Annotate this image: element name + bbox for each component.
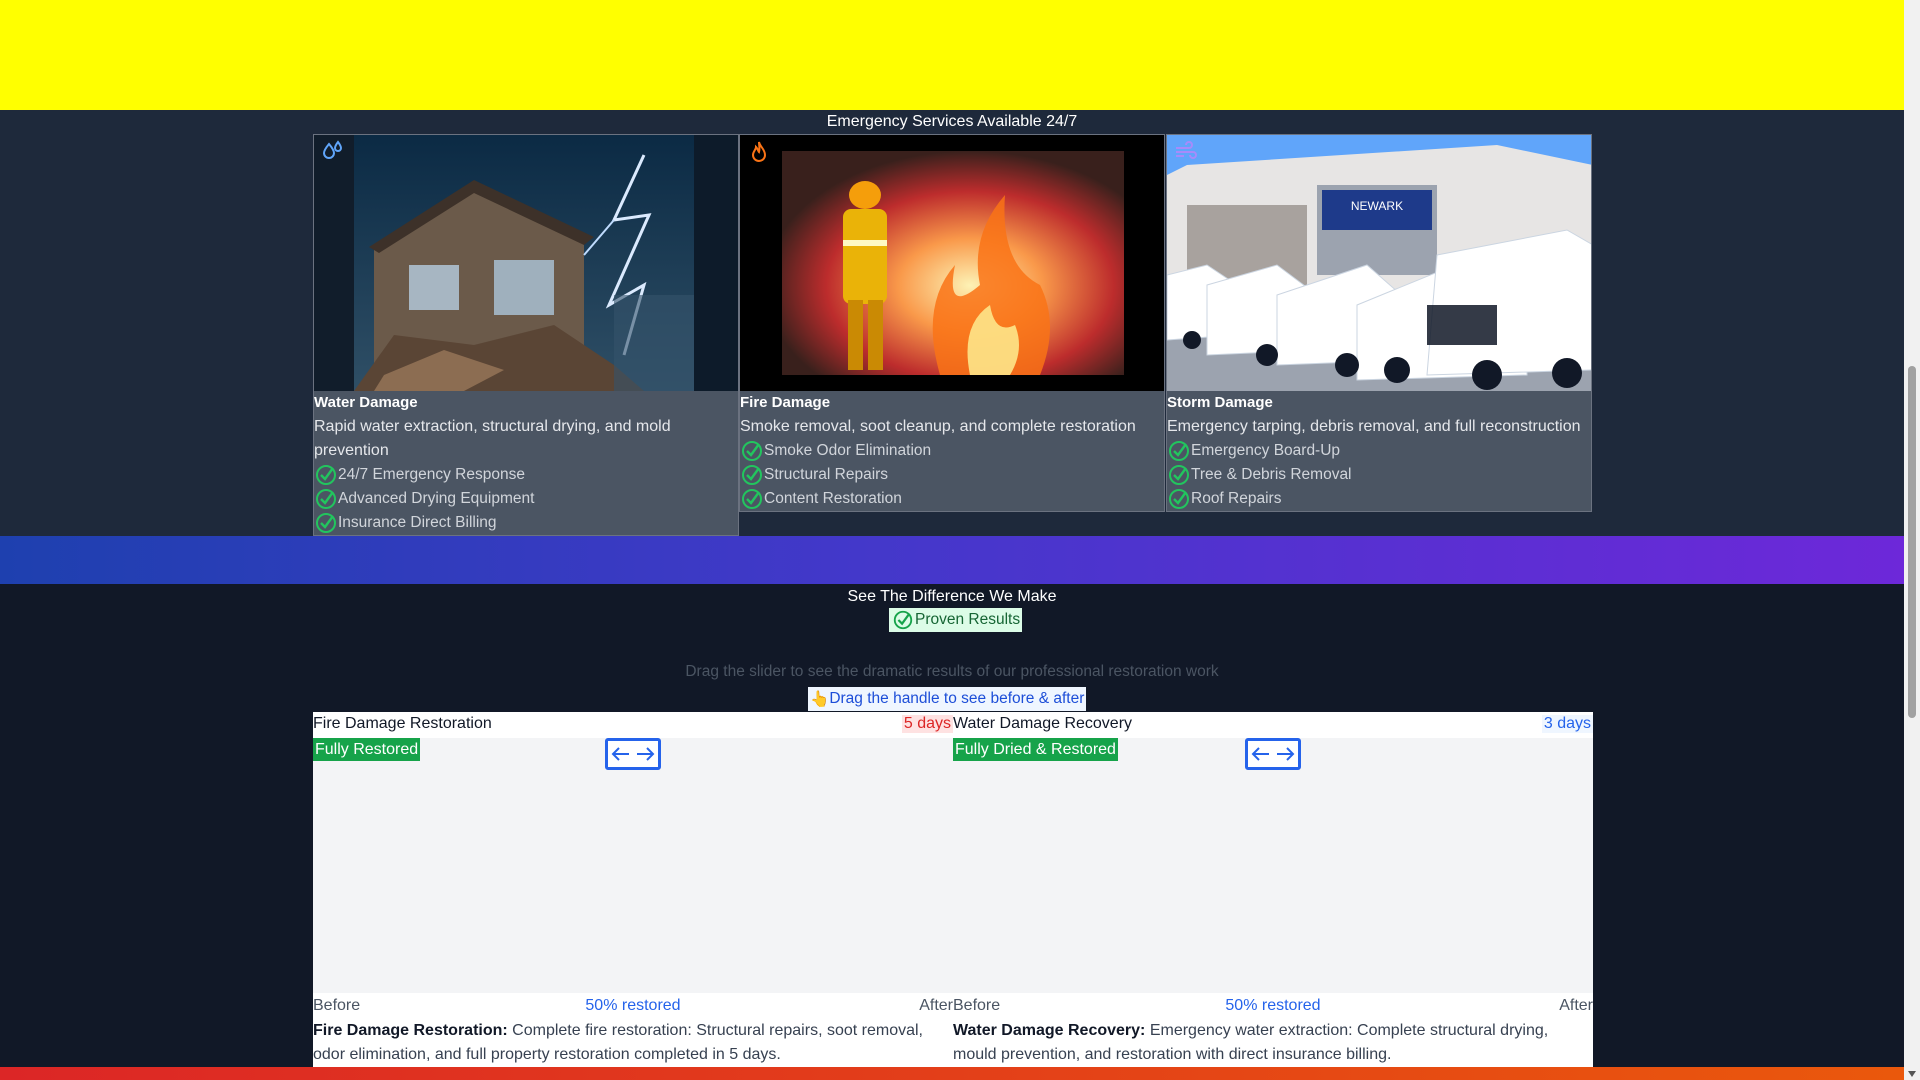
card-title: Fire Damage — [740, 394, 831, 411]
section-subtitle: Drag the slider to see the dramatic resu… — [685, 663, 1219, 680]
wind-icon — [1176, 141, 1197, 159]
arrow-left-icon — [611, 747, 629, 761]
feature-item: Content Restoration — [740, 487, 1164, 511]
feature-list: 24/7 Emergency Response Advanced Drying … — [314, 463, 738, 535]
after-label: After — [1559, 997, 1593, 1014]
slider-handle[interactable] — [605, 738, 661, 770]
check-circle-icon — [742, 489, 762, 509]
before-after-slider-water: Water Damage Recovery 3 days Fully Dried… — [953, 712, 1593, 1076]
sign-text: NEWARK — [1351, 199, 1403, 213]
feature-item: Smoke Odor Elimination — [740, 439, 1164, 463]
flame-icon — [751, 141, 767, 162]
slider-description: Water Damage Recovery: Emergency water e… — [953, 1017, 1593, 1067]
arrow-right-icon — [637, 747, 655, 761]
feature-list: Emergency Board-Up Tree & Debris Removal… — [1167, 439, 1591, 511]
before-after-slider-fire: Fire Damage Restoration 5 days Fully Res… — [313, 712, 953, 1076]
slider-footer: Before 50% restored After — [313, 993, 953, 1017]
progress-label: 50% restored — [1225, 997, 1321, 1014]
duration-badge: 5 days — [901, 715, 953, 733]
feature-item: Tree & Debris Removal — [1167, 463, 1591, 487]
feature-item: Structural Repairs — [740, 463, 1164, 487]
arrow-right-icon — [1277, 747, 1295, 761]
check-circle-icon — [316, 465, 336, 485]
page-viewport: Emergency Services Available 24/7 Water … — [0, 0, 1904, 1080]
firefighter-image — [740, 135, 1164, 391]
card-description: Rapid water extraction, structural dryin… — [314, 418, 671, 459]
check-circle-icon — [742, 465, 762, 485]
service-card-water[interactable]: Water Damage Rapid water extraction, str… — [313, 134, 739, 536]
section-title: See The Difference We Make — [847, 588, 1057, 605]
arrow-left-icon — [1251, 747, 1269, 761]
scroll-down-arrow-icon[interactable] — [1908, 1071, 1916, 1077]
vertical-scrollbar[interactable] — [1904, 0, 1920, 1080]
feature-item: 24/7 Emergency Response — [314, 463, 738, 487]
slider-description: Fire Damage Restoration: Complete fire r… — [313, 1017, 953, 1067]
feature-item: Emergency Board-Up — [1167, 439, 1591, 463]
slider-header: Fire Damage Restoration 5 days — [313, 712, 953, 738]
check-circle-icon — [742, 441, 762, 461]
slider-title: Water Damage Recovery — [953, 715, 1133, 732]
check-circle-icon — [1169, 489, 1189, 509]
check-circle-icon — [1169, 441, 1189, 461]
check-circle-icon — [893, 610, 913, 630]
feature-item: Advanced Drying Equipment — [314, 487, 738, 511]
slider-footer: Before 50% restored After — [953, 993, 1593, 1017]
service-card-fire[interactable]: Fire Damage Smoke removal, soot cleanup,… — [739, 134, 1165, 512]
scrollbar-thumb[interactable] — [1908, 366, 1916, 718]
slider-handle[interactable] — [1245, 738, 1301, 770]
card-title: Water Damage — [314, 394, 418, 411]
card-description: Smoke removal, soot cleanup, and complet… — [740, 418, 1136, 435]
comparison-stage[interactable]: Fully Restored — [313, 738, 953, 993]
proven-results-badge: Proven Results — [889, 608, 1023, 632]
service-card-storm[interactable]: NEWARK Storm Damage Emergency tarping, d… — [1166, 134, 1592, 512]
duration-badge: 3 days — [1541, 715, 1593, 733]
slider-title: Fire Damage Restoration — [313, 715, 492, 732]
section-title: Emergency Services Available 24/7 — [826, 113, 1078, 130]
results-section: See The Difference We Make Proven Result… — [0, 584, 1904, 1080]
after-label: After — [919, 997, 953, 1014]
fleet-vans-image: NEWARK — [1167, 135, 1591, 391]
top-banner — [0, 0, 1904, 110]
slider-header: Water Damage Recovery 3 days — [953, 712, 1593, 738]
status-badge: Fully Dried & Restored — [953, 738, 1118, 761]
card-description: Emergency tarping, debris removal, and f… — [1167, 418, 1581, 435]
storm-house-image — [314, 135, 738, 391]
water-drops-icon — [322, 140, 343, 159]
check-circle-icon — [1169, 465, 1189, 485]
check-circle-icon — [316, 513, 336, 533]
check-circle-icon — [316, 489, 336, 509]
progress-label: 50% restored — [585, 997, 681, 1014]
gradient-divider — [0, 536, 1904, 584]
card-title: Storm Damage — [1167, 394, 1273, 411]
feature-item: Insurance Direct Billing — [314, 511, 738, 535]
feature-list: Smoke Odor Elimination Structural Repair… — [740, 439, 1164, 511]
pointing-hand-icon: 👆 — [810, 690, 830, 708]
drag-hint: 👆 Drag the handle to see before & after — [808, 687, 1087, 711]
feature-item: Roof Repairs — [1167, 487, 1591, 511]
status-badge: Fully Restored — [313, 738, 421, 761]
comparison-stage[interactable]: Fully Dried & Restored — [953, 738, 1593, 993]
bottom-gradient-bar — [0, 1067, 1904, 1080]
emergency-services-section: Emergency Services Available 24/7 Water … — [0, 110, 1904, 536]
